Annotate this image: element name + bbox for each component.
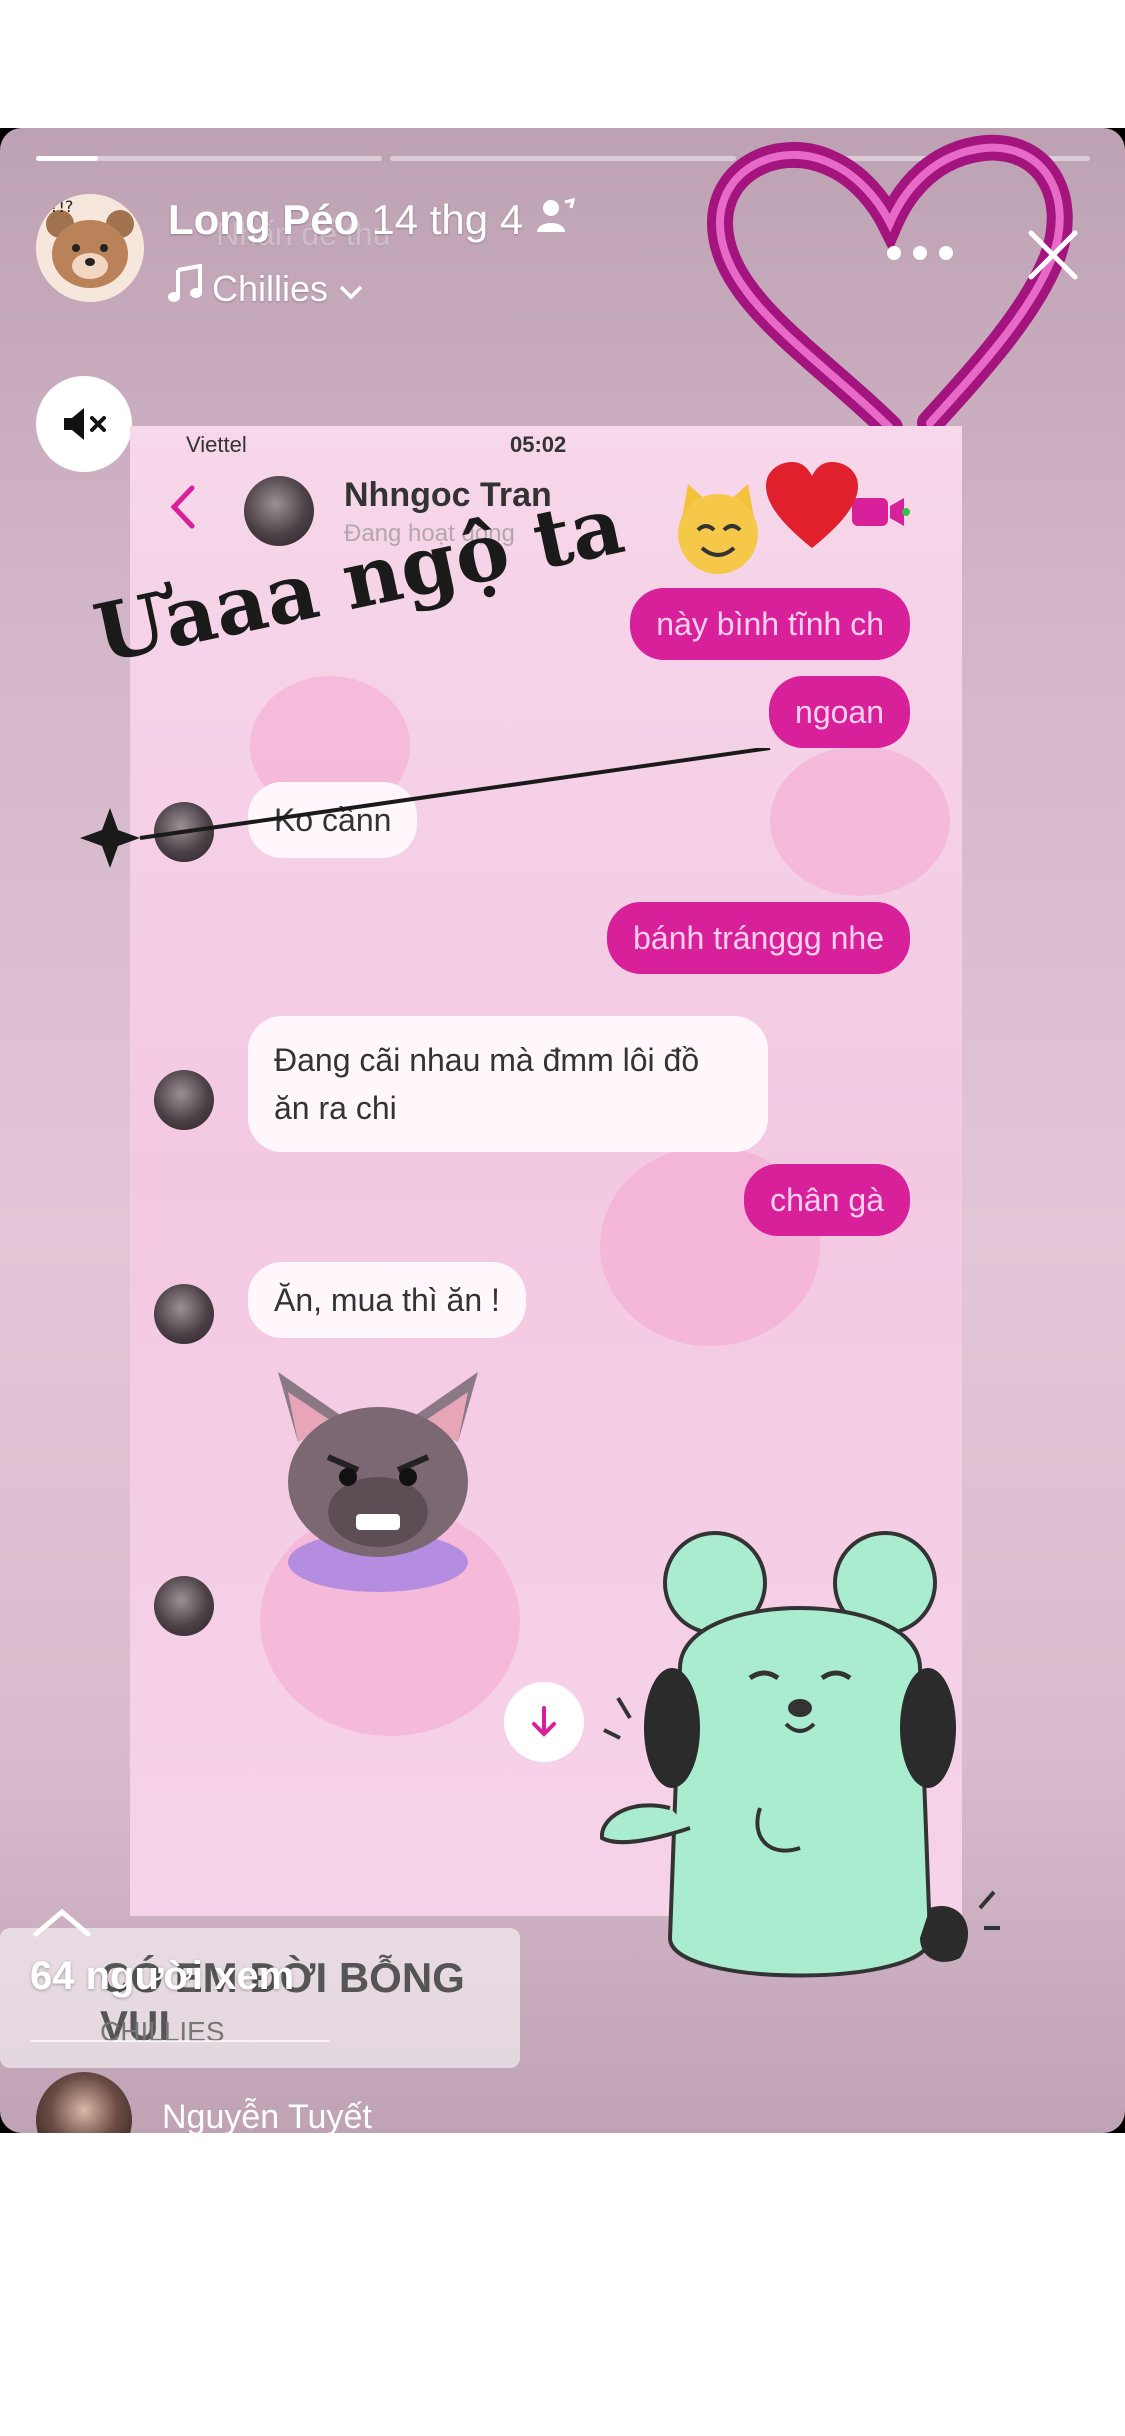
phone-status-bar: Viettel 05:02	[130, 426, 962, 462]
bear-sticker	[600, 1531, 1000, 1978]
message-avatar	[154, 1070, 214, 1130]
progress-segment-1	[36, 156, 382, 161]
divider	[30, 2040, 330, 2042]
message-outgoing[interactable]: ngoan	[769, 676, 910, 748]
story-background[interactable]: ?!? Nhấn để thu Long Péo 14 thg 4 Chilli…	[0, 128, 1125, 2133]
chat-avatar[interactable]	[244, 476, 314, 546]
message-outgoing[interactable]: này bình tĩnh ch	[630, 588, 910, 660]
viewer-avatar[interactable]	[36, 2072, 132, 2133]
status-time: 05:02	[510, 432, 567, 457]
speaker-muted-icon[interactable]	[36, 376, 132, 472]
message-avatar	[154, 1284, 214, 1344]
story-date: 14 thg 4	[371, 196, 524, 243]
music-row[interactable]: Chillies	[168, 263, 364, 313]
viewer-name[interactable]: Nguyễn Tuyết	[162, 2098, 372, 2133]
music-label: Chillies	[212, 267, 329, 309]
heart-emoji-sticker	[766, 462, 858, 548]
message-outgoing[interactable]: chân gà	[744, 1164, 910, 1236]
bg-heart	[770, 746, 950, 896]
more-dots-icon[interactable]	[880, 228, 960, 278]
viewer-count[interactable]: 64 người xem	[30, 1954, 294, 1999]
author-row: Long Péo 14 thg 4	[168, 196, 576, 244]
friends-icon	[535, 196, 576, 244]
heart-sticker	[706, 134, 1073, 441]
carrier-label: Viettel	[186, 432, 247, 457]
music-note-icon	[168, 263, 202, 313]
scroll-down-button[interactable]	[504, 1682, 584, 1762]
music-card-artist: CHILLIES	[100, 2016, 225, 2047]
chevron-down-icon	[338, 268, 364, 310]
message-incoming[interactable]: Ăn, mua thì ăn !	[248, 1262, 526, 1338]
close-icon[interactable]	[1018, 220, 1088, 290]
message-avatar	[154, 1576, 214, 1636]
message-incoming[interactable]: Đang cãi nhau mà đmm lôi đồ ăn ra chi	[248, 1016, 768, 1152]
caption-underline-sparkle	[80, 748, 771, 868]
message-outgoing[interactable]: bánh tránggg nhe	[607, 902, 910, 974]
back-chevron-icon[interactable]	[168, 482, 198, 537]
cat-emoji-sticker	[678, 484, 758, 574]
bulldog-sticker	[278, 1372, 478, 1592]
author-name[interactable]: Long Péo	[168, 196, 359, 244]
author-avatar[interactable]: ?!?	[36, 194, 144, 302]
svg-text:?!?: ?!?	[50, 197, 73, 216]
story-viewer: ?!? Nhấn để thu Long Péo 14 thg 4 Chilli…	[0, 128, 1125, 2133]
chevron-up-icon[interactable]	[30, 1906, 94, 1945]
